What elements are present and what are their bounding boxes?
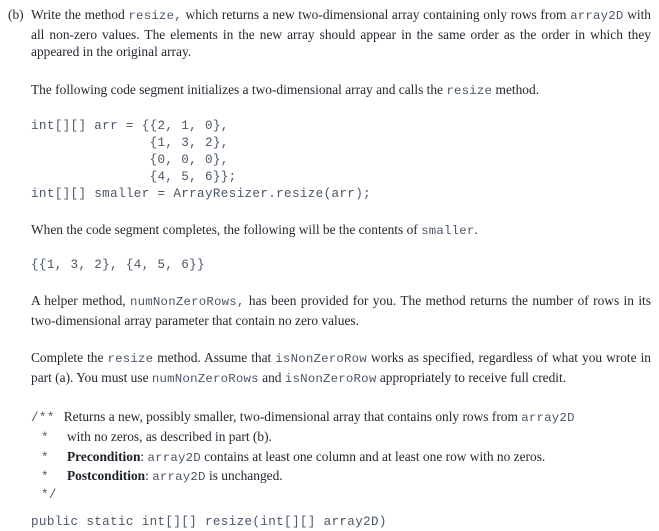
precondition-code-array2d: array2D (147, 450, 201, 465)
javadoc-line-precondition: * Precondition: array2D contains at leas… (31, 448, 651, 468)
code-line: int[][] arr = {{2, 1, 0}, (31, 119, 229, 134)
paragraph-helper-method: A helper method, numNonZeroRows, has bee… (31, 292, 651, 329)
spacer-before-complete (31, 329, 651, 349)
postcondition-code-array2d: array2D (152, 470, 206, 485)
code-intro-code-resize: resize (446, 83, 493, 98)
spacer-before-listing (31, 100, 651, 118)
part-b-content: Write the method resize, which returns a… (31, 6, 651, 531)
intro-code-resize: resize, (128, 9, 182, 23)
javadoc-line-close: */ (31, 487, 651, 505)
spacer-before-expected (31, 241, 651, 257)
spacer-after-intro (31, 61, 651, 81)
paragraph-complete-instructions: Complete the resize method. Assume that … (31, 349, 651, 388)
intro-text-2: which returns a new two-dimensional arra… (181, 7, 571, 22)
javadoc-code-array2d: array2D (521, 411, 575, 426)
spacer-before-javadoc (31, 388, 651, 408)
code-line: int[][] smaller = ArrayResizer.resize(ar… (31, 187, 372, 202)
method-signature: public static int[][] resize(int[][] arr… (31, 515, 387, 530)
result-text-1: When the code segment completes, the fol… (31, 222, 422, 238)
helper-text-1: A helper method, (31, 292, 131, 308)
precondition-text: contains at least one column and at leas… (200, 448, 546, 464)
result-text-2: . (474, 222, 478, 238)
spacer-after-listing (31, 203, 651, 221)
complete-code-resize: resize (107, 352, 154, 367)
complete-text-5: appropriately to receive full credit. (376, 369, 567, 385)
javadoc-line-postcondition: * Postcondition: array2D is unchanged. (31, 467, 651, 487)
code-line: {1, 3, 2}, (31, 136, 229, 151)
javadoc-description-line-2: with no zeros, as described in part (b). (67, 428, 272, 444)
javadoc-close-token: */ (41, 487, 57, 502)
part-b-marker: (b) (8, 7, 24, 22)
complete-code-isnonzerorow-2: isNonZeroRow (284, 371, 377, 386)
code-intro-text-2: method. (492, 81, 540, 97)
expected-output-listing: {{1, 3, 2}, {4, 5, 6}} (31, 257, 205, 272)
complete-code-isnonzerorow: isNonZeroRow (275, 352, 367, 367)
javadoc-star-token: * (41, 430, 49, 445)
javadoc-desc-text: Returns a new, possibly smaller, two-dim… (63, 409, 522, 425)
spacer-before-helper (31, 274, 651, 292)
javadoc-star-token: * (41, 450, 49, 465)
javadoc-open-token: /** (31, 411, 55, 426)
intro-code-array2d: array2D (570, 9, 624, 23)
javadoc-description-line-1: Returns a new, possibly smaller, two-dim… (55, 408, 651, 428)
complete-text-1: Complete the (31, 350, 108, 366)
complete-text-2: method. Assume that (153, 350, 276, 366)
precondition-label: Precondition (67, 448, 141, 464)
code-line: {0, 0, 0}, (31, 153, 229, 168)
paragraph-result-intro: When the code segment completes, the fol… (31, 221, 651, 241)
javadoc-comment-block: /** Returns a new, possibly smaller, two… (31, 408, 651, 504)
result-code-smaller: smaller (421, 224, 475, 239)
javadoc-postcondition: Postcondition: array2D is unchanged. (58, 467, 651, 487)
code-listing-array-init: int[][] arr = {{2, 1, 0}, {1, 3, 2}, {0,… (31, 118, 651, 203)
javadoc-line-open: /** Returns a new, possibly smaller, two… (31, 408, 651, 428)
part-b-block: (b) Write the method resize, which retur… (8, 6, 651, 531)
postcondition-text: is unchanged. (205, 468, 283, 484)
javadoc-star-token: * (41, 470, 49, 485)
document-page: (b) Write the method resize, which retur… (0, 0, 659, 529)
spacer-before-signature (31, 504, 651, 514)
complete-code-numnonzerorows: numNonZeroRows (151, 371, 259, 386)
postcondition-label: Postcondition (67, 468, 146, 484)
paragraph-code-segment-intro: The following code segment initializes a… (31, 81, 651, 101)
part-b-intro-row: (b) Write the method resize, which retur… (8, 6, 651, 531)
intro-text-1: Write the method (31, 7, 129, 22)
helper-code-numnonzerorows: numNonZeroRows, (130, 294, 245, 309)
javadoc-line-2: * with no zeros, as described in part (b… (31, 428, 651, 448)
paragraph-intro: Write the method resize, which returns a… (31, 6, 651, 61)
code-intro-text-1: The following code segment initializes a… (31, 81, 447, 97)
complete-text-4: and (258, 369, 285, 385)
javadoc-precondition: Precondition: array2D contains at least … (58, 448, 651, 468)
code-line: {4, 5, 6}}; (31, 170, 237, 185)
